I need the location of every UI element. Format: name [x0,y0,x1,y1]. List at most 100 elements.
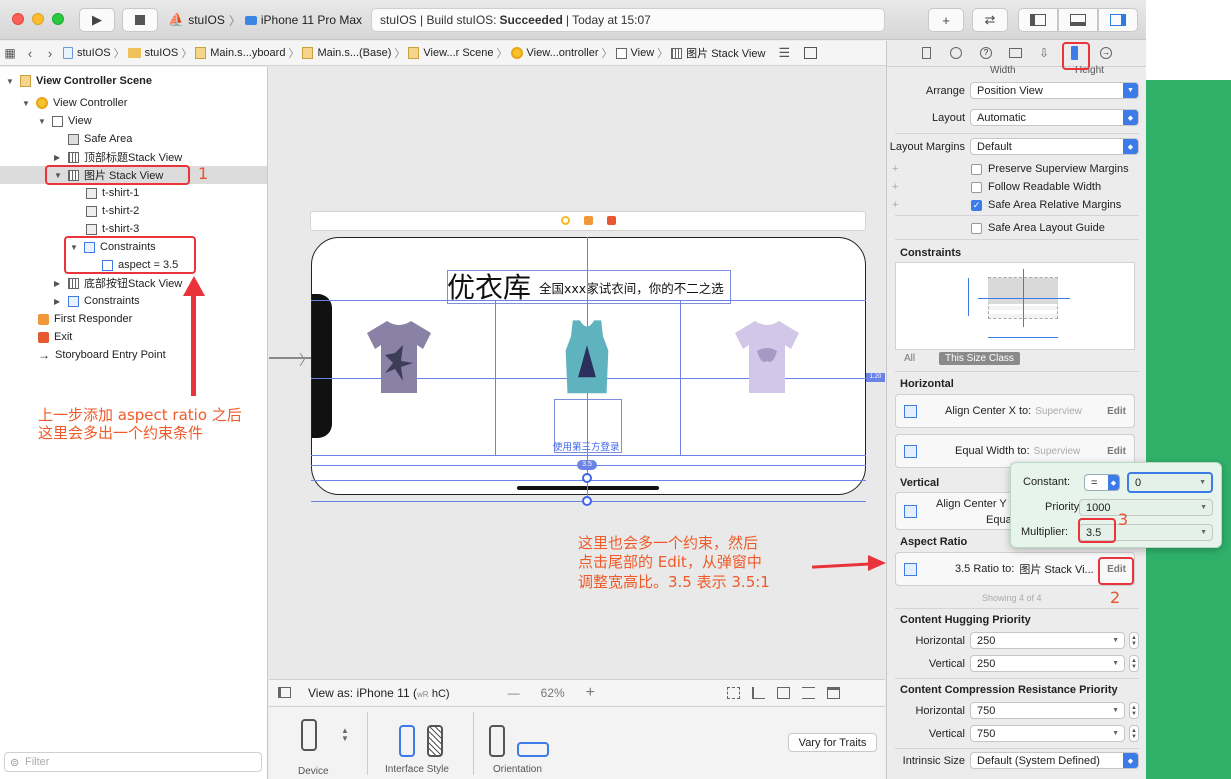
scheme-selector[interactable]: ⛵ stuIOS 〉 iPhone 11 Pro Max [168,8,362,32]
arrange-select[interactable]: Position View ▼ [970,82,1139,99]
hugging-vertical-field[interactable]: 250 ▼ [970,655,1125,672]
disclosure-right-icon[interactable]: ▶ [54,279,63,288]
constant-field[interactable]: 0 ▼ [1127,472,1213,493]
outline-row-tshirt1[interactable]: t-shirt-1 [86,184,139,202]
hugging-horizontal-stepper[interactable]: ▲ ▼ [1129,632,1139,649]
relation-select[interactable]: = ◆ [1084,474,1120,491]
jump-item-project[interactable]: stuIOS [60,47,114,59]
zoom-in-button[interactable]: + [586,684,595,702]
follow-readable-checkbox[interactable]: Follow Readable Width [971,181,1101,193]
identity-inspector-icon[interactable] [1009,48,1022,58]
hugging-vertical-stepper[interactable]: ▲ ▼ [1129,655,1139,672]
jump-item-storyboard[interactable]: Main.s...yboard [192,47,288,59]
hugging-horizontal-field[interactable]: 250 ▼ [970,632,1125,649]
responder-dock-icon[interactable] [584,216,593,225]
layout-select[interactable]: Automatic ◆ [970,109,1139,126]
filter-field[interactable]: ⊜ Filter [4,752,262,772]
constraints-diagram[interactable] [895,262,1135,350]
plus-icon[interactable]: + [892,163,898,175]
vc-dock-icon[interactable] [561,216,570,225]
plus-icon[interactable]: + [892,199,898,211]
vary-for-traits-button[interactable]: Vary for Traits [788,733,877,752]
safe-area-relative-checkbox[interactable]: ✓ Safe Area Relative Margins [971,199,1121,211]
resize-handle[interactable] [582,496,592,506]
compression-horizontal-field[interactable]: 750 ▼ [970,702,1125,719]
attributes-inspector-icon[interactable]: ⇩ [1039,46,1049,60]
disclosure-down-icon[interactable]: ▼ [22,99,31,108]
align-icon[interactable] [751,686,765,699]
outline-row-first-responder[interactable]: First Responder [38,310,132,328]
aspect-badge[interactable]: 3.5 [577,460,597,470]
light-style-icon[interactable] [399,725,415,757]
back-button[interactable]: ‹ [20,46,40,61]
outline-row-bottom-stack[interactable]: ▶ 底部按钮Stack View [54,274,182,292]
jump-item-folder[interactable]: stuIOS [125,47,182,59]
compression-horizontal-stepper[interactable]: ▲ ▼ [1129,702,1139,719]
portrait-icon[interactable] [489,725,505,757]
related-items-icon[interactable]: ▦ [0,46,20,60]
dark-style-icon[interactable] [427,725,443,757]
compression-vertical-field[interactable]: 750 ▼ [970,725,1125,742]
help-inspector-icon[interactable]: ? [980,47,992,59]
checkmark-icon[interactable]: ✓ [971,199,982,211]
jump-item-stack-view[interactable]: 图片 Stack View [668,45,768,61]
edit-button[interactable]: Edit [1107,446,1126,457]
jump-item-base[interactable]: Main.s...(Base) [299,47,394,59]
resolve-issues-icon[interactable] [801,686,815,699]
file-inspector-icon[interactable] [922,47,931,59]
outline-row-view-controller[interactable]: ▼ View Controller [22,94,127,112]
exit-dock-icon[interactable] [607,216,616,225]
toggle-inspector-button[interactable] [1098,8,1138,32]
intrinsic-size-select[interactable]: Default (System Defined) ◆ [970,752,1139,769]
edit-button[interactable]: Edit [1107,406,1126,417]
toggle-outline-icon[interactable] [278,687,291,698]
minimize-window-button[interactable] [32,13,44,25]
connections-inspector-icon[interactable]: → [1100,47,1112,59]
outline-row-constraints2[interactable]: ▶ Constraints [54,292,140,310]
storyboard-canvas[interactable]: 〉 优衣库 全国xxx家试衣间，你的不二之选 使用第三方登录 3.5 1.20 [269,67,885,679]
embed-in-icon[interactable] [826,686,840,699]
resize-handle[interactable] [582,473,592,483]
list-icon[interactable]: ☰ [778,45,790,61]
disclosure-down-icon[interactable]: ▼ [38,117,47,126]
add-editor-icon[interactable] [804,47,818,59]
preserve-superview-checkbox[interactable]: Preserve Superview Margins [971,163,1129,175]
outline-row-tshirt2[interactable]: t-shirt-2 [86,202,139,220]
outline-row-safe-area[interactable]: Safe Area [68,130,132,148]
close-window-button[interactable] [12,13,24,25]
tab-all[interactable]: All [904,353,915,364]
jump-item-scene[interactable]: View...r Scene [405,47,496,59]
outline-row-entry-point[interactable]: → Storyboard Entry Point [38,346,166,364]
zoom-out-button[interactable]: — [508,686,520,700]
stop-button[interactable] [122,8,158,32]
priority-field[interactable]: 1000 ▼ [1079,499,1213,516]
toggle-debug-area-button[interactable] [1058,8,1098,32]
history-inspector-icon[interactable] [950,47,962,59]
zoom-window-button[interactable] [52,13,64,25]
checkbox[interactable] [971,222,982,234]
jump-item-controller[interactable]: View...ontroller [508,47,602,59]
landscape-icon[interactable] [517,742,549,757]
checkbox[interactable] [971,181,982,193]
disclosure-right-icon[interactable]: ▶ [54,153,63,162]
stepper-icon[interactable]: ▲ ▼ [341,727,349,743]
outline-row-scene[interactable]: ▼ View Controller Scene [6,72,152,90]
jump-item-view[interactable]: View [613,47,658,59]
run-button[interactable]: ▶ [79,8,115,32]
tab-this-size-class[interactable]: This Size Class [939,352,1020,365]
code-review-button[interactable]: ⇄ [972,8,1008,32]
add-constraints-icon[interactable] [776,686,790,699]
disclosure-right-icon[interactable]: ▶ [54,297,63,306]
compression-vertical-stepper[interactable]: ▲ ▼ [1129,725,1139,742]
outline-row-view[interactable]: ▼ View [38,112,92,130]
device-phone-icon[interactable] [301,719,317,751]
toggle-navigator-button[interactable] [1018,8,1058,32]
outline-row-top-stack[interactable]: ▶ 顶部标题Stack View [54,148,182,166]
library-button[interactable]: + [928,8,964,32]
update-frames-icon[interactable] [726,686,740,699]
disclosure-down-icon[interactable]: ▼ [6,77,15,86]
outline-row-exit[interactable]: Exit [38,328,72,346]
forward-button[interactable]: › [40,46,60,61]
safe-area-guide-checkbox[interactable]: Safe Area Layout Guide [971,222,1105,234]
checkbox[interactable] [971,163,982,175]
